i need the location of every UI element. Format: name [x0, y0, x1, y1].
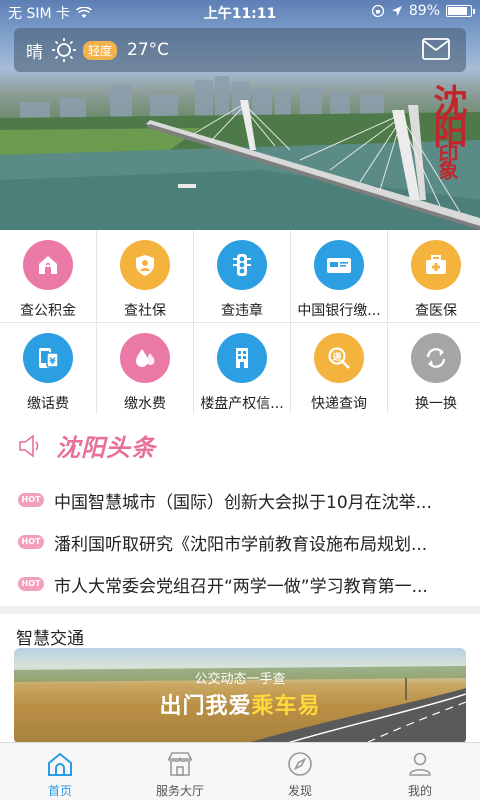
- service-refresh[interactable]: 换一换: [388, 323, 480, 415]
- tab-home[interactable]: 首页: [0, 743, 120, 800]
- service-label: 中国银行缴...: [297, 303, 381, 319]
- service-phone-bill[interactable]: ¥ 缴话费: [0, 323, 96, 415]
- news-item[interactable]: HOT 潘利国听取研究《沈阳市学前教育设施布局规划...: [0, 522, 480, 562]
- house-icon: [23, 240, 73, 290]
- traffic-section-title: 智慧交通: [16, 629, 84, 649]
- traffic-light-icon: [217, 240, 267, 290]
- hot-badge: HOT: [18, 577, 44, 591]
- sun-icon: [52, 38, 76, 62]
- weather-condition: 晴: [26, 42, 43, 63]
- headlines-header: 沈阳头条: [16, 428, 156, 463]
- medical-kit-icon: [411, 240, 461, 290]
- location-icon: [391, 6, 402, 16]
- svg-text:递: 递: [332, 351, 341, 363]
- traffic-banner[interactable]: 公交动态一手查 出门我爱乘车易: [14, 648, 466, 744]
- status-bar: 无 SIM 卡 上午11:11 89%: [0, 0, 480, 24]
- service-water-bill[interactable]: 缴水费: [97, 323, 193, 415]
- news-title: 中国智慧城市（国际）创新大会拟于10月在沈举...: [54, 492, 432, 513]
- service-express-query[interactable]: 递 快递查询: [291, 323, 387, 415]
- service-traffic-violation[interactable]: 查违章: [194, 230, 290, 322]
- bottom-tab-bar: 首页 服务大厅 发现 我的: [0, 742, 480, 800]
- weather-bar[interactable]: 晴 轻度 27°C: [14, 28, 466, 72]
- banner-subtitle: 公交动态一手查: [194, 672, 286, 687]
- news-item[interactable]: HOT 中国智慧城市（国际）创新大会拟于10月在沈举...: [0, 480, 480, 520]
- phone-icon: ¥: [23, 333, 73, 383]
- tab-service-hall[interactable]: 服务大厅: [120, 743, 240, 800]
- tab-mine[interactable]: 我的: [360, 743, 480, 800]
- service-label: 快递查询: [311, 396, 367, 412]
- bank-card-icon: [314, 240, 364, 290]
- service-label: 换一换: [415, 396, 457, 412]
- battery-icon: [446, 5, 475, 17]
- shenyang-calligraphy-logo: 沈阳印象: [427, 84, 467, 176]
- tab-label: 服务大厅: [155, 784, 204, 798]
- hot-badge: HOT: [18, 535, 44, 549]
- refresh-icon: [411, 333, 461, 383]
- service-boc-payment[interactable]: 中国银行缴...: [291, 230, 387, 322]
- service-label: 缴话费: [27, 396, 69, 412]
- speaker-icon: [19, 433, 39, 458]
- service-label: 查医保: [415, 303, 457, 319]
- headlines-title: 沈阳头条: [56, 433, 156, 462]
- tab-label: 首页: [47, 784, 72, 798]
- home-icon: [48, 752, 72, 776]
- hero-banner[interactable]: 无 SIM 卡 上午11:11 89% 晴 轻度 27°C 沈阳印象: [0, 0, 480, 230]
- mail-icon[interactable]: [422, 38, 450, 60]
- temperature: 27°C: [127, 40, 170, 60]
- service-label: 查公积金: [20, 303, 76, 319]
- service-medical-insurance[interactable]: 查医保: [388, 230, 480, 322]
- orientation-lock-icon: [371, 4, 385, 18]
- store-icon: [167, 752, 193, 776]
- service-grid: 查公积金 查社保 查违章 中国银行缴... 查医保 ¥ 缴话费 缴水费 楼盘产权…: [0, 230, 480, 415]
- news-item[interactable]: HOT 市人大常委会党组召开“两学一做”学习教育第一...: [0, 564, 480, 604]
- compass-icon: [288, 752, 312, 776]
- service-label: 查违章: [221, 303, 263, 319]
- battery-percent: 89%: [408, 3, 440, 19]
- user-icon: [409, 752, 431, 776]
- service-label: 缴水费: [124, 396, 166, 412]
- news-title: 市人大常委会党组召开“两学一做”学习教育第一...: [54, 576, 428, 597]
- air-quality-badge: 轻度: [83, 40, 118, 60]
- service-label: 查社保: [124, 303, 166, 319]
- tab-discover[interactable]: 发现: [240, 743, 360, 800]
- express-search-icon: 递: [314, 333, 364, 383]
- section-divider: [0, 606, 480, 614]
- building-icon: [217, 333, 267, 383]
- banner-slogan: 出门我爱乘车易: [159, 694, 321, 719]
- service-housing-fund[interactable]: 查公积金: [0, 230, 96, 322]
- hot-badge: HOT: [18, 493, 44, 507]
- service-label: 楼盘产权信...: [200, 396, 284, 412]
- news-title: 潘利国听取研究《沈阳市学前教育设施布局规划...: [54, 534, 428, 555]
- headlines-section: 沈阳头条 HOT 中国智慧城市（国际）创新大会拟于10月在沈举... HOT 潘…: [0, 414, 480, 606]
- service-property-rights[interactable]: 楼盘产权信...: [194, 323, 290, 415]
- shield-person-icon: [120, 240, 170, 290]
- tab-label: 我的: [407, 784, 432, 798]
- service-social-security[interactable]: 查社保: [97, 230, 193, 322]
- water-drop-icon: [120, 333, 170, 383]
- svg-text:¥: ¥: [49, 357, 56, 367]
- tab-label: 发现: [287, 784, 312, 798]
